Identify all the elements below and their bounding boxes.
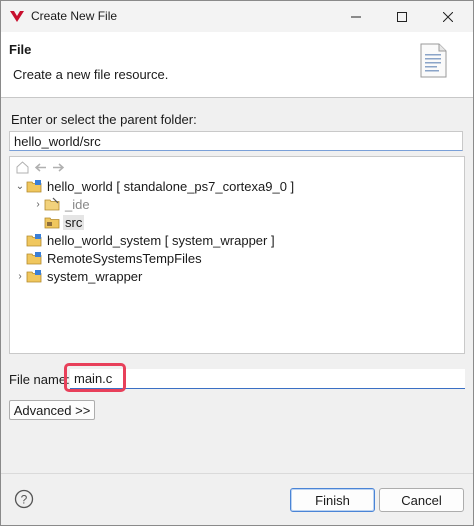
cancel-button[interactable]: Cancel [379, 488, 464, 512]
maximize-icon [397, 11, 407, 22]
close-button[interactable] [425, 1, 471, 32]
create-new-file-dialog: Create New File File Create a new file r… [0, 0, 474, 526]
maximize-button[interactable] [379, 1, 425, 32]
tree-item-system-wrapper[interactable]: › system_wrapper [14, 267, 144, 285]
tree-item-label: src [63, 214, 85, 230]
folder-icon [44, 197, 60, 211]
folder-tree[interactable]: ⌄ hello_world [ standalone_ps7_cortexa9_… [9, 156, 465, 354]
forward-arrow-icon[interactable] [50, 159, 66, 175]
app-logo-icon [10, 11, 24, 22]
finish-button[interactable]: Finish [290, 488, 375, 512]
expanded-chevron-icon[interactable]: ⌄ [14, 177, 26, 195]
tree-item-hello-world[interactable]: ⌄ hello_world [ standalone_ps7_cortexa9_… [14, 177, 296, 195]
parent-folder-label: Enter or select the parent folder: [11, 112, 197, 127]
back-arrow-icon[interactable] [32, 159, 48, 175]
parent-folder-input[interactable]: hello_world/src [9, 131, 463, 151]
tree-item-label: RemoteSystemsTempFiles [47, 250, 202, 266]
tree-toolbar [14, 159, 66, 175]
tree-item-ide[interactable]: › _ide [32, 195, 92, 213]
project-folder-icon [26, 252, 42, 265]
file-name-label: File name: [9, 372, 70, 387]
header-banner: File Create a new file resource. [1, 32, 473, 98]
home-icon[interactable] [14, 159, 30, 175]
project-folder-icon [26, 234, 42, 247]
file-name-highlight-box [64, 363, 126, 392]
tree-item-label: hello_world_system [ system_wrapper ] [47, 232, 275, 248]
minimize-icon [351, 16, 361, 17]
tree-item-label: _ide [65, 196, 90, 212]
new-file-wizard-icon [420, 43, 447, 78]
file-name-input[interactable]: main.c [70, 369, 465, 389]
project-folder-icon [26, 180, 42, 193]
tree-item-src[interactable]: src [32, 213, 85, 231]
collapsed-chevron-icon[interactable]: › [14, 267, 26, 285]
window-title: Create New File [31, 9, 118, 23]
minimize-button[interactable] [333, 1, 379, 32]
svg-text:?: ? [21, 493, 28, 507]
page-description: Create a new file resource. [13, 67, 169, 82]
tree-item-label: hello_world [ standalone_ps7_cortexa9_0 … [47, 178, 295, 194]
advanced-button[interactable]: Advanced >> [9, 400, 95, 420]
source-folder-icon [44, 217, 60, 229]
tree-item-label: system_wrapper [47, 268, 143, 284]
help-icon[interactable]: ? [14, 489, 34, 509]
footer-divider [1, 473, 473, 474]
tree-item-remote-systems-temp-files[interactable]: RemoteSystemsTempFiles [14, 249, 204, 267]
tree-item-hello-world-system[interactable]: hello_world_system [ system_wrapper ] [14, 231, 277, 249]
close-icon [443, 11, 453, 22]
title-bar: Create New File [1, 1, 473, 32]
page-title: File [9, 42, 32, 57]
project-folder-icon [26, 270, 42, 283]
collapsed-chevron-icon[interactable]: › [32, 195, 44, 213]
